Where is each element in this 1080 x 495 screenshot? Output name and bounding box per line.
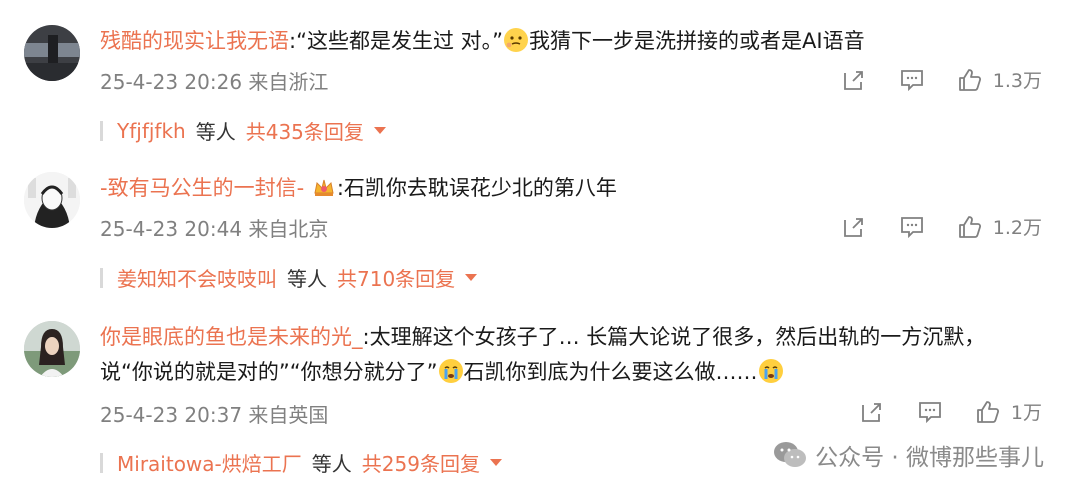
- watermark: 公众号 · 微博那些事儿: [773, 438, 1044, 472]
- comment-button[interactable]: [899, 214, 925, 240]
- thinking-emoji-icon: [504, 28, 529, 52]
- like-count: 1.3万: [992, 70, 1042, 92]
- reply-count-link[interactable]: 共710条回复: [337, 263, 455, 292]
- comment-text: :太理解这个女孩子了… 长篇大论说了很多，然后出轨的一方沉默，: [362, 325, 986, 349]
- comment-button[interactable]: [917, 399, 943, 425]
- divider: [100, 267, 103, 288]
- avatar[interactable]: [24, 172, 80, 228]
- comment-meta: 25-4-23 20:26 来自浙江: [100, 66, 328, 95]
- comment-icon: [919, 401, 941, 423]
- reply-summary: Miraitowa-烘焙工厂 等人 共259条回复: [100, 448, 502, 477]
- watermark-text: 公众号 · 微博那些事儿: [815, 445, 1044, 471]
- share-icon: [843, 217, 863, 237]
- share-button[interactable]: [841, 214, 867, 240]
- comment-text-continued: 我猜下一步是洗拼接的或者是AI语音: [529, 29, 865, 53]
- like-button[interactable]: 1.2万: [957, 213, 1042, 240]
- timestamp: 25-4-23 20:37: [100, 403, 243, 427]
- thumbs-up-icon: [977, 400, 999, 423]
- comment-actions: 1万: [827, 398, 1042, 425]
- chevron-down-icon[interactable]: [489, 459, 502, 466]
- wechat-icon: [774, 442, 807, 467]
- comment-text: :“这些都是发生过 对。”: [289, 29, 504, 53]
- comment-actions: 1.3万: [809, 66, 1042, 93]
- chevron-down-icon[interactable]: [373, 127, 386, 134]
- crown-badge-icon: [312, 175, 336, 199]
- comment-text: :石凯你去耽误花少北的第八年: [336, 176, 617, 200]
- comment-username[interactable]: 你是眼底的鱼也是未来的光_: [100, 325, 363, 349]
- share-icon: [862, 402, 881, 422]
- reply-username[interactable]: Miraitowa-烘焙工厂: [117, 448, 302, 477]
- avatar[interactable]: [24, 25, 80, 81]
- reply-count-link[interactable]: 共435条回复: [246, 116, 364, 145]
- comment-meta: 25-4-23 20:44 来自北京: [100, 213, 328, 242]
- location: 来自英国: [248, 403, 329, 427]
- share-button[interactable]: [859, 399, 885, 425]
- reply-username[interactable]: 姜知知不会吱吱叫: [117, 263, 277, 292]
- like-count: 1万: [1010, 402, 1042, 424]
- share-button[interactable]: [841, 67, 867, 93]
- avatar[interactable]: [24, 321, 80, 377]
- comment-meta: 25-4-23 20:37 来自英国: [100, 399, 328, 428]
- comment-button[interactable]: [899, 67, 925, 93]
- thumbs-up-icon: [958, 215, 981, 238]
- thumbs-up-icon: [958, 68, 981, 91]
- reply-etc: 等人: [287, 267, 327, 291]
- crying-emoji-icon: [758, 359, 783, 383]
- divider: [100, 452, 103, 473]
- comment-icon: [900, 69, 923, 91]
- divider: [100, 120, 103, 141]
- comment-text-line2-continued: 石凯你到底为什么要这么做……: [463, 360, 758, 384]
- like-count: 1.2万: [992, 217, 1042, 239]
- reply-count-link[interactable]: 共259条回复: [362, 448, 480, 477]
- comment-icon: [900, 216, 923, 238]
- comment-body: 你是眼底的鱼也是未来的光_:太理解这个女孩子了… 长篇大论说了很多，然后出轨的一…: [100, 320, 1040, 390]
- location: 来自北京: [248, 217, 329, 241]
- location: 来自浙江: [248, 70, 329, 94]
- comment-text-line2: 说“你说的就是对的”“你想分就分了”: [100, 360, 438, 384]
- reply-summary: Yfjfjfkh 等人 共435条回复: [100, 116, 386, 145]
- crying-emoji-icon: [438, 359, 463, 383]
- reply-etc: 等人: [311, 452, 352, 476]
- reply-etc: 等人: [195, 120, 236, 144]
- comment-body: 残酷的现实让我无语:“这些都是发生过 对。” 我猜下一步是洗拼接的或者是AI语音: [100, 24, 1040, 59]
- timestamp: 25-4-23 20:26: [100, 70, 243, 94]
- share-icon: [843, 70, 863, 90]
- comment-username[interactable]: -致有马公生的一封信-: [100, 176, 304, 200]
- reply-summary: 姜知知不会吱吱叫 等人 共710条回复: [100, 263, 478, 292]
- comment-username[interactable]: 残酷的现实让我无语: [100, 29, 289, 53]
- reply-username[interactable]: Yfjfjfkh: [117, 119, 186, 143]
- comment-body: -致有马公生的一封信- :石凯你去耽误花少北的第八年: [100, 171, 1040, 206]
- like-button[interactable]: 1.3万: [957, 66, 1042, 93]
- like-button[interactable]: 1万: [975, 398, 1042, 425]
- timestamp: 25-4-23 20:44: [100, 217, 243, 241]
- chevron-down-icon[interactable]: [465, 274, 478, 281]
- comment-actions: 1.2万: [809, 213, 1042, 240]
